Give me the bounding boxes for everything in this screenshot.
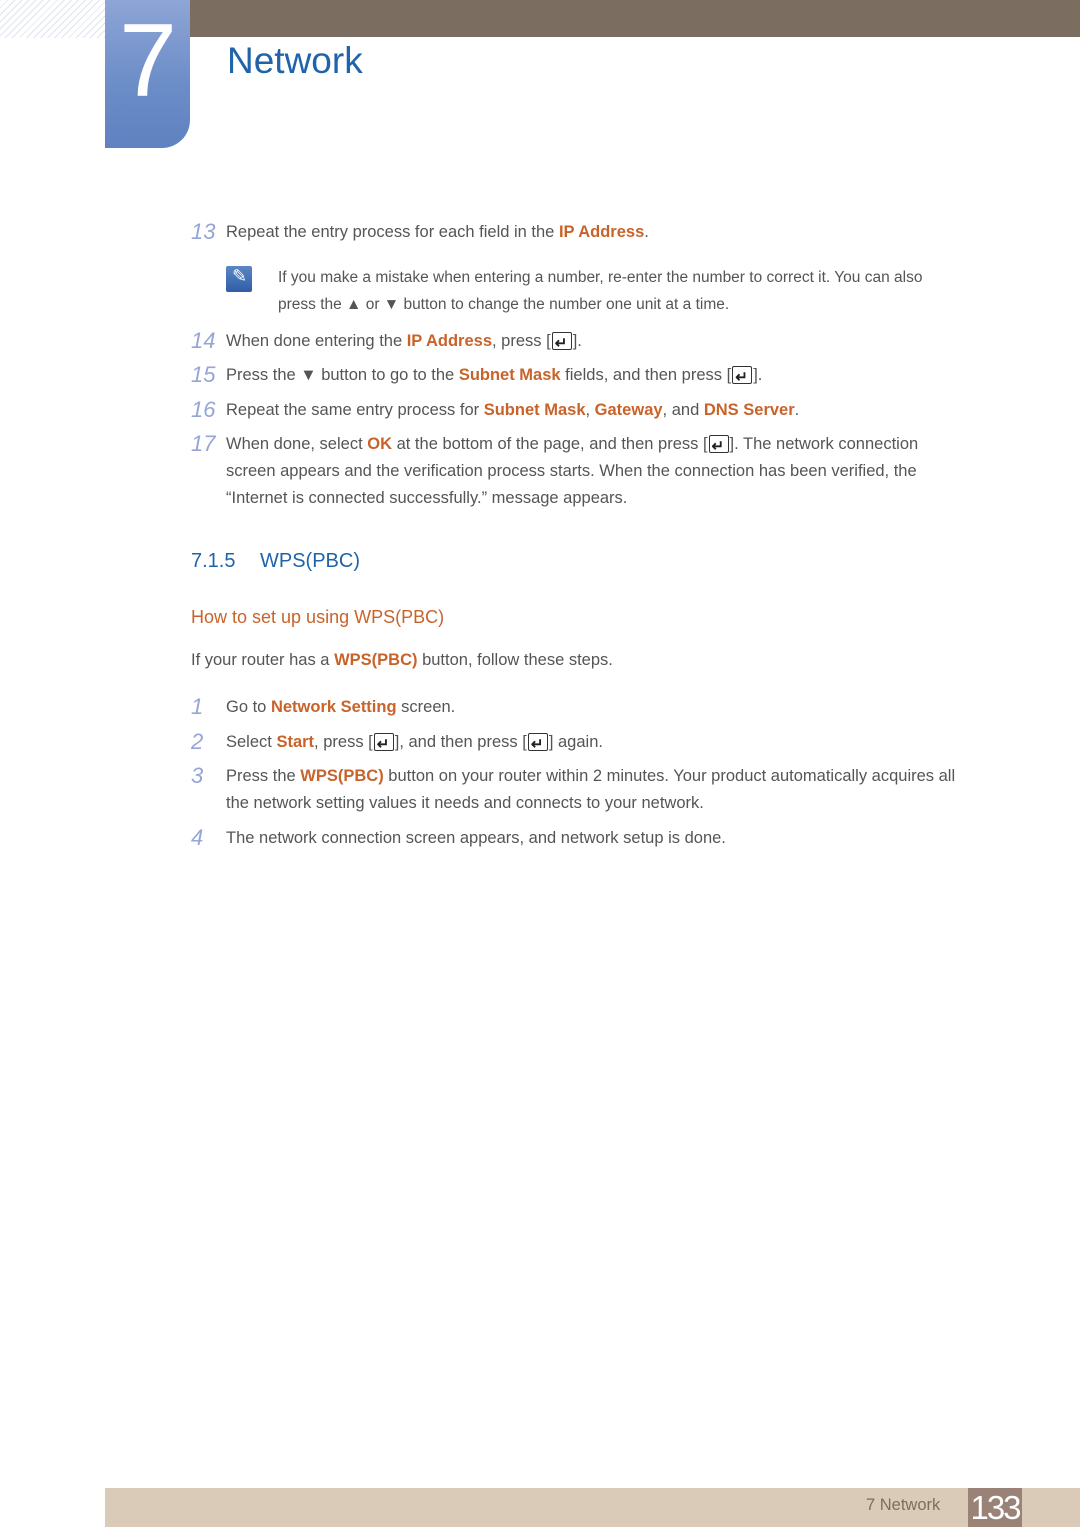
subheading: How to set up using WPS(PBC)	[191, 607, 445, 627]
highlight-term: Subnet Mask	[458, 366, 561, 384]
chapter-number: 7	[119, 3, 177, 119]
text-run: Repeat the entry process for each field …	[226, 223, 559, 241]
note-line: If you make a mistake when entering a nu…	[278, 269, 923, 286]
highlight-term: IP Address	[558, 223, 645, 241]
text-run: .	[794, 401, 800, 419]
text-run: screen.	[396, 698, 456, 716]
text-run: , and	[662, 401, 704, 419]
step-number: 3	[191, 763, 204, 788]
step-item: 1 Go to Network Setting screen.	[191, 693, 455, 721]
highlight-term: OK	[367, 435, 392, 453]
text-run: ].	[572, 332, 582, 350]
chapter-title: Network	[227, 40, 363, 81]
text-run: Repeat the same entry process for	[226, 401, 484, 419]
enter-key-icon	[551, 330, 572, 357]
step-text: Repeat the entry process for each field …	[226, 223, 649, 241]
text-run: Go to	[226, 698, 271, 716]
text-run: Press the	[226, 767, 301, 785]
step-text: Select Start, press [ ], and then press […	[226, 731, 603, 758]
step-text: When done entering the IP Address, press…	[226, 330, 582, 357]
text-run: , press [	[314, 733, 373, 751]
step-number: 13	[191, 219, 216, 244]
step-continuation: screen appears and the verification proc…	[226, 462, 917, 480]
step-text: Repeat the same entry process for Subnet…	[226, 401, 799, 419]
step-item: 2 Select Start, press [ ], and then press …	[191, 728, 603, 758]
note-line: press the ▲ or ▼ button to change the nu…	[278, 296, 730, 313]
intro-text: If your router has a WPS(PBC) button, fo…	[191, 651, 613, 670]
step-item: 15 Press the ▼ button to go to the Subnet…	[191, 361, 763, 391]
step-text: Press the ▼ button to go to the Subnet M…	[226, 364, 763, 391]
text-run: ] again.	[548, 733, 603, 751]
highlight-term: Start	[276, 733, 315, 751]
highlight-term: Network Setting	[270, 698, 397, 716]
step-continuation: “Internet is connected successfully.” me…	[226, 489, 628, 507]
enter-key-icon	[732, 364, 753, 391]
text-run: .	[644, 223, 649, 241]
enter-key-icon	[708, 433, 729, 460]
step-number: 17	[191, 431, 216, 456]
section-heading: 7.1.5 WPS(PBC)	[191, 550, 360, 573]
highlight-term: Gateway	[594, 401, 663, 419]
text-run: button, follow these steps.	[417, 651, 613, 669]
step-item: 13 Repeat the entry process for each fiel…	[191, 218, 649, 246]
text-run: If your router has a	[191, 651, 335, 669]
step-text: The network connection screen appears, a…	[226, 829, 726, 847]
step-item: 16 Repeat the same entry process for Subn…	[191, 396, 799, 424]
text-run: ,	[585, 401, 595, 419]
highlight-term: IP Address	[406, 332, 493, 350]
step-text: When done, select OK at the bottom of th…	[226, 433, 919, 460]
note-pencil-icon	[226, 266, 252, 292]
step-number: 16	[191, 397, 216, 422]
text-run: ].	[753, 366, 763, 384]
highlight-term: Subnet Mask	[483, 401, 586, 419]
step-item: 14 When done entering the IP Address, pre…	[191, 327, 582, 357]
step-number: 1	[191, 694, 204, 719]
highlight-term: WPS(PBC)	[300, 767, 384, 785]
text-run: Select	[226, 733, 277, 751]
text-run: , press [	[492, 332, 551, 350]
section-number: 7.1.5	[191, 550, 236, 572]
step-number: 4	[191, 825, 204, 850]
text-run: ]. The network connection	[729, 435, 919, 453]
highlight-term: WPS(PBC)	[334, 651, 418, 669]
enter-key-icon	[373, 731, 394, 758]
step-item: 3 Press the WPS(PBC) button on your route…	[191, 762, 955, 817]
footer-chapter-label: 7 Network	[866, 1496, 941, 1514]
page-number: 133	[968, 1488, 1022, 1527]
step-item: 17 When done, select OK at the bottom of …	[191, 430, 918, 512]
text-run: When done, select	[226, 435, 368, 453]
note-text: If you make a mistake when entering a nu…	[278, 264, 998, 318]
text-run: When done entering the	[226, 332, 407, 350]
enter-key-icon	[527, 731, 548, 758]
text-run: at the bottom of the page, and then pres…	[392, 435, 708, 453]
step-text: Press the WPS(PBC) button on your router…	[226, 767, 955, 785]
text-run: Press the ▼ button to go to the	[226, 366, 459, 384]
step-number: 2	[191, 729, 204, 754]
step-number: 14	[191, 328, 216, 353]
text-run: The network connection screen appears, a…	[226, 829, 726, 847]
highlight-term: DNS Server	[703, 401, 795, 419]
header-bar	[190, 0, 1080, 37]
section-title: WPS(PBC)	[260, 550, 360, 572]
text-run: button on your router within 2 minutes. …	[383, 767, 956, 785]
step-continuation: the network setting values it needs and …	[226, 794, 704, 812]
text-run: ], and then press [	[394, 733, 527, 751]
text-run: fields, and then press [	[560, 366, 732, 384]
step-number: 15	[191, 362, 216, 387]
step-text: Go to Network Setting screen.	[226, 698, 455, 716]
decorative-hatch	[0, 0, 105, 38]
step-item: 4 The network connection screen appears, …	[191, 824, 726, 852]
